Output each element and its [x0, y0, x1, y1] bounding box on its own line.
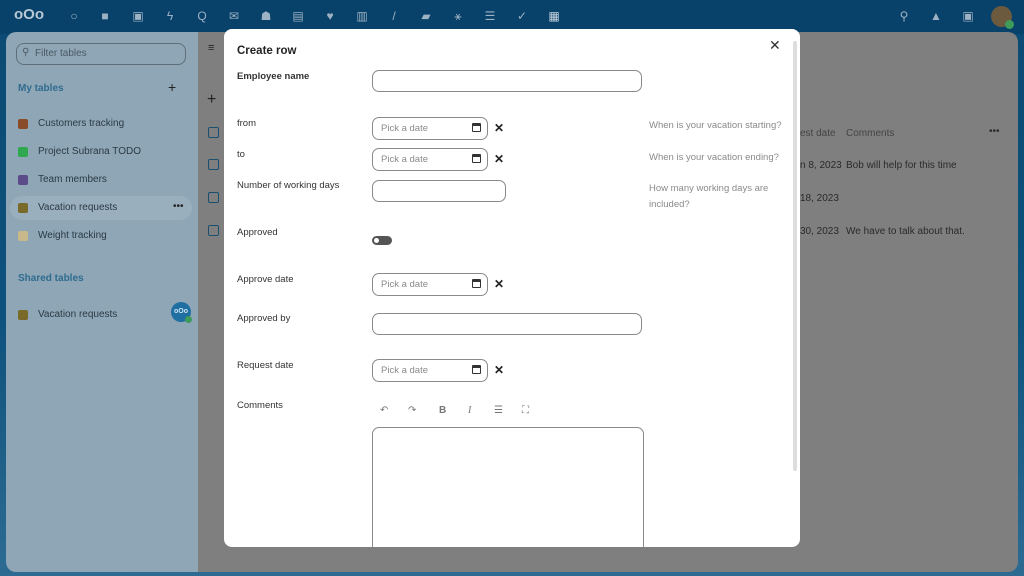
approved-by-input[interactable] [372, 313, 642, 335]
sidebar [6, 32, 198, 572]
checklist-icon[interactable]: ✓ [514, 9, 530, 23]
tables-icon[interactable]: ▦ [546, 9, 562, 23]
select-all-checkbox[interactable] [208, 127, 219, 138]
favorites-icon[interactable]: ♥ [322, 9, 338, 23]
label-employee-name: Employee name [237, 71, 310, 82]
approve-date-input[interactable]: Pick a date [372, 273, 488, 296]
clear-request-date-icon[interactable]: ✕ [494, 363, 504, 377]
dialog-title: Create row [237, 45, 297, 57]
sidebar-item-label: Customers tracking [38, 118, 125, 129]
shared-tables-heading: Shared tables [18, 273, 84, 284]
cell-date: 30, 2023 [800, 226, 839, 237]
row-checkbox[interactable] [208, 192, 219, 203]
sidebar-item-table[interactable]: Weight tracking [18, 230, 107, 241]
shared-table-item[interactable]: Vacation requests [18, 309, 117, 320]
column-header-comments[interactable]: Comments [846, 128, 894, 139]
label-approved: Approved [237, 227, 278, 238]
cell-date: n 8, 2023 [800, 160, 842, 171]
calendar-icon[interactable] [472, 365, 481, 374]
search-icon[interactable]: ⚲ [896, 9, 912, 23]
deck-icon[interactable]: ▰ [418, 9, 434, 23]
request-date-input[interactable]: Pick a date [372, 359, 488, 382]
employee-name-input[interactable] [372, 70, 642, 92]
my-tables-heading: My tables [18, 83, 64, 94]
column-header-request-date[interactable]: est date [800, 128, 836, 139]
label-to: to [237, 149, 245, 160]
working-days-input[interactable] [372, 180, 506, 202]
clear-approve-date-icon[interactable]: ✕ [494, 277, 504, 291]
table-emoji-icon [18, 146, 28, 157]
close-icon[interactable]: ✕ [769, 37, 781, 54]
clear-to-icon[interactable]: ✕ [494, 152, 504, 166]
more-icon[interactable]: ••• [173, 201, 184, 212]
talk-icon[interactable]: Q [194, 9, 210, 23]
cell-comment: Bob will help for this time [846, 160, 957, 171]
sidebar-item-label: Team members [38, 174, 107, 185]
label-approved-by: Approved by [237, 313, 291, 324]
italic-icon[interactable]: I [468, 405, 471, 416]
mail-icon[interactable]: ✉ [226, 9, 242, 23]
notes-icon[interactable]: / [386, 9, 402, 23]
notifications-icon[interactable]: ▲ [928, 9, 944, 23]
redo-icon[interactable]: ↷ [408, 405, 416, 416]
avatar[interactable] [991, 6, 1014, 29]
add-row-icon[interactable]: + [207, 91, 216, 109]
sidebar-item-table[interactable]: Vacation requests [18, 202, 117, 213]
clear-from-icon[interactable]: ✕ [494, 121, 504, 135]
cell-comment: We have to talk about that. [846, 226, 965, 237]
label-working-days: Number of working days [237, 180, 340, 191]
approved-toggle[interactable] [372, 236, 392, 245]
label-approve-date: Approve date [237, 274, 294, 285]
hint-working-days: How many working days are included? [649, 183, 769, 210]
from-date-input[interactable]: Pick a date [372, 117, 488, 140]
photos-icon[interactable]: ▣ [130, 9, 146, 23]
analytics-icon[interactable]: ▥ [354, 9, 370, 23]
comments-editor[interactable] [372, 427, 644, 547]
activity-icon[interactable]: ϟ [162, 9, 178, 23]
nextcloud-logo[interactable]: oOo [10, 6, 48, 23]
add-table-icon[interactable]: + [168, 79, 176, 95]
sidebar-item-label: Weight tracking [38, 230, 107, 241]
sidebar-item-table[interactable]: Team members [18, 174, 107, 185]
undo-icon[interactable]: ↶ [380, 405, 388, 416]
contacts-icon[interactable]: ☗ [258, 9, 274, 23]
contacts-menu-icon[interactable]: ▣ [960, 9, 976, 23]
sidebar-item-label: Vacation requests [38, 202, 118, 213]
to-date-input[interactable]: Pick a date [372, 148, 488, 171]
cospend-icon[interactable]: ⚹ [450, 9, 466, 24]
sidebar-item-table[interactable]: Customers tracking [18, 118, 124, 129]
label-from: from [237, 118, 256, 129]
create-row-dialog: Create row ✕ Employee name from Pick a d… [224, 29, 800, 547]
table-emoji-icon [18, 230, 28, 241]
filter-tables-input[interactable]: ⚲ Filter tables [16, 43, 186, 65]
table-emoji-icon [18, 118, 28, 129]
dashboard-icon[interactable]: ○ [66, 9, 82, 23]
scrollbar[interactable] [793, 41, 797, 471]
table-emoji-icon [18, 202, 28, 213]
search-icon: ⚲ [22, 47, 30, 58]
label-comments: Comments [237, 400, 283, 411]
table-emoji-icon [18, 309, 28, 320]
calendar-icon[interactable]: ▤ [290, 9, 306, 23]
files-icon[interactable]: ■ [97, 9, 113, 23]
fullscreen-icon[interactable]: ⛶ [522, 405, 529, 416]
label-request-date: Request date [237, 360, 294, 371]
tasks-icon[interactable]: ☰ [482, 9, 498, 23]
sidebar-item-table[interactable]: Project Subrana TODO [18, 146, 141, 157]
row-checkbox[interactable] [208, 225, 219, 236]
toggle-navigation-icon[interactable]: ≡ [208, 42, 214, 54]
table-emoji-icon [18, 174, 28, 185]
shared-by-avatar: oOo [171, 302, 192, 323]
list-icon[interactable]: ☰ [494, 405, 503, 416]
calendar-icon[interactable] [472, 123, 481, 132]
bold-icon[interactable]: B [439, 405, 446, 416]
calendar-icon[interactable] [472, 154, 481, 163]
row-checkbox[interactable] [208, 159, 219, 170]
hint-to: When is your vacation ending? [649, 152, 779, 163]
cell-date: 18, 2023 [800, 193, 839, 204]
sidebar-item-label: Project Subrana TODO [38, 146, 142, 157]
hint-from: When is your vacation starting? [649, 120, 782, 131]
calendar-icon[interactable] [472, 279, 481, 288]
table-options-icon[interactable]: ••• [989, 126, 1000, 137]
